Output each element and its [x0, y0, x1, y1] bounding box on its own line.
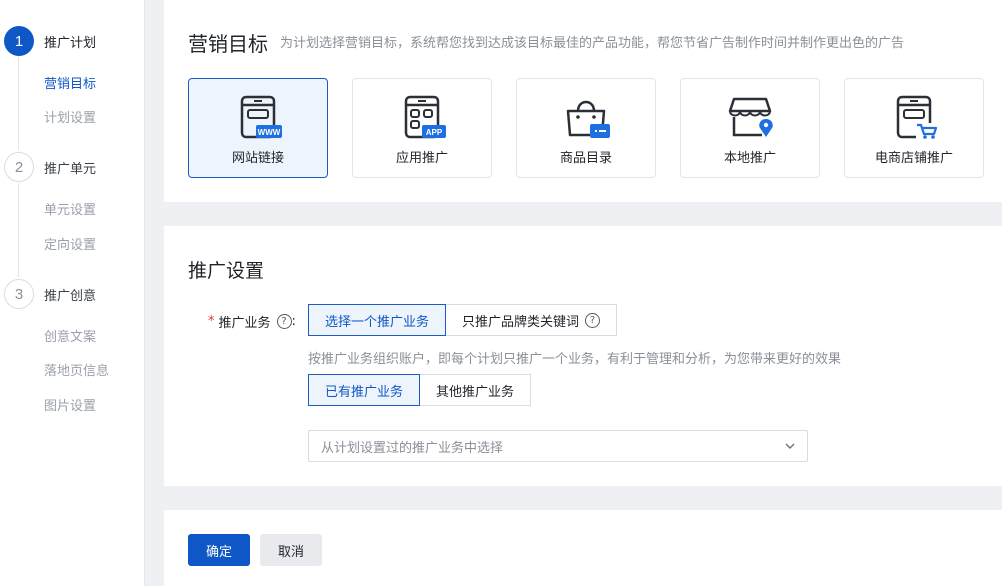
- step-number: 2: [4, 152, 34, 182]
- goal-tile-app[interactable]: APP 应用推广: [352, 78, 492, 178]
- section-title: 推广设置: [188, 260, 265, 282]
- step-number: 1: [4, 26, 34, 56]
- svg-text:APP: APP: [426, 128, 443, 137]
- option-label: 只推广品牌类关键词: [462, 314, 580, 330]
- required-mark: *: [208, 314, 215, 329]
- goal-tile-local[interactable]: 本地推广: [680, 78, 820, 178]
- option-other-business[interactable]: 其他推广业务: [420, 374, 532, 406]
- select-placeholder: 从计划设置过的推广业务中选择: [321, 440, 504, 456]
- ecommerce-store-icon: [896, 95, 938, 139]
- step-1[interactable]: 1 推广计划: [4, 26, 96, 56]
- option-existing-business[interactable]: 已有推广业务: [308, 374, 421, 406]
- section-description: 为计划选择营销目标，系统帮您找到达成该目标最佳的产品功能，帮您节省广告制作时间并…: [280, 36, 905, 51]
- section-title: 营销目标: [188, 32, 268, 56]
- substep-unit-settings[interactable]: 单元设置: [44, 199, 96, 218]
- business-field-label: * 推广业务 ? :: [208, 312, 296, 331]
- help-icon[interactable]: ?: [585, 312, 601, 328]
- goal-tile-product-catalog[interactable]: 商品目录: [516, 78, 656, 178]
- chevron-down-icon: [785, 443, 795, 449]
- business-source-segmented: 已有推广业务 其他推广业务: [308, 374, 532, 406]
- step-label: 推广单元: [44, 161, 97, 177]
- goal-tile-label: 电商店铺推广: [874, 151, 953, 166]
- local-store-icon: [728, 97, 773, 137]
- substep-plan-settings[interactable]: 计划设置: [44, 107, 96, 126]
- goal-tile-label: 网站链接: [231, 151, 284, 166]
- substep-targeting-settings[interactable]: 定向设置: [44, 234, 96, 253]
- shopping-bag-icon: [566, 100, 610, 138]
- step-label: 推广计划: [44, 35, 97, 51]
- substep-marketing-goal[interactable]: 营销目标: [44, 73, 96, 92]
- goal-tile-label: 商品目录: [559, 151, 612, 166]
- help-icon[interactable]: ?: [276, 314, 292, 329]
- business-select-dropdown[interactable]: 从计划设置过的推广业务中选择: [308, 430, 808, 462]
- step-connector: [18, 183, 19, 277]
- actions-card: 确定 取消: [164, 510, 1002, 586]
- goal-tile-ecommerce-store[interactable]: 电商店铺推广: [844, 78, 984, 178]
- option-brand-keywords-only[interactable]: 只推广品牌类关键词 ?: [446, 304, 618, 336]
- step-3[interactable]: 3 推广创意: [4, 279, 96, 309]
- option-select-one-business[interactable]: 选择一个推广业务: [308, 304, 447, 336]
- substep-landing-page[interactable]: 落地页信息: [44, 360, 109, 379]
- wizard-sidebar: 1 推广计划 营销目标 计划设置 2 推广单元 单元设置 定向设置 3 推广创意…: [0, 0, 145, 586]
- cancel-button[interactable]: 取消: [260, 534, 322, 566]
- goal-tile-website[interactable]: WWW 网站链接: [188, 78, 328, 178]
- substep-creative-copy[interactable]: 创意文案: [44, 326, 96, 345]
- substep-image-settings[interactable]: 图片设置: [44, 395, 96, 414]
- website-icon: WWW: [240, 95, 282, 139]
- confirm-button[interactable]: 确定: [188, 534, 250, 566]
- step-2[interactable]: 2 推广单元: [4, 152, 96, 182]
- step-connector: [18, 56, 19, 150]
- step-label: 推广创意: [44, 288, 97, 304]
- business-hint-text: 按推广业务组织账户，即每个计划只推广一个业务，有利于管理和分析，为您带来更好的效…: [308, 352, 842, 367]
- business-mode-segmented: 选择一个推广业务 只推广品牌类关键词 ?: [308, 304, 618, 336]
- field-label-text: 推广业务: [218, 316, 271, 331]
- goal-tile-label: 本地推广: [723, 151, 776, 166]
- marketing-goal-card: 营销目标 为计划选择营销目标，系统帮您找到达成该目标最佳的产品功能，帮您节省广告…: [164, 0, 1002, 202]
- step-number: 3: [4, 279, 34, 309]
- svg-text:WWW: WWW: [258, 128, 281, 137]
- label-colon: :: [291, 314, 296, 329]
- app-icon: APP: [404, 95, 446, 139]
- goal-tile-label: 应用推广: [395, 151, 448, 166]
- promotion-settings-card: 推广设置 * 推广业务 ? : 选择一个推广业务 只推广品牌类关键词 ? 按推广…: [164, 226, 1002, 486]
